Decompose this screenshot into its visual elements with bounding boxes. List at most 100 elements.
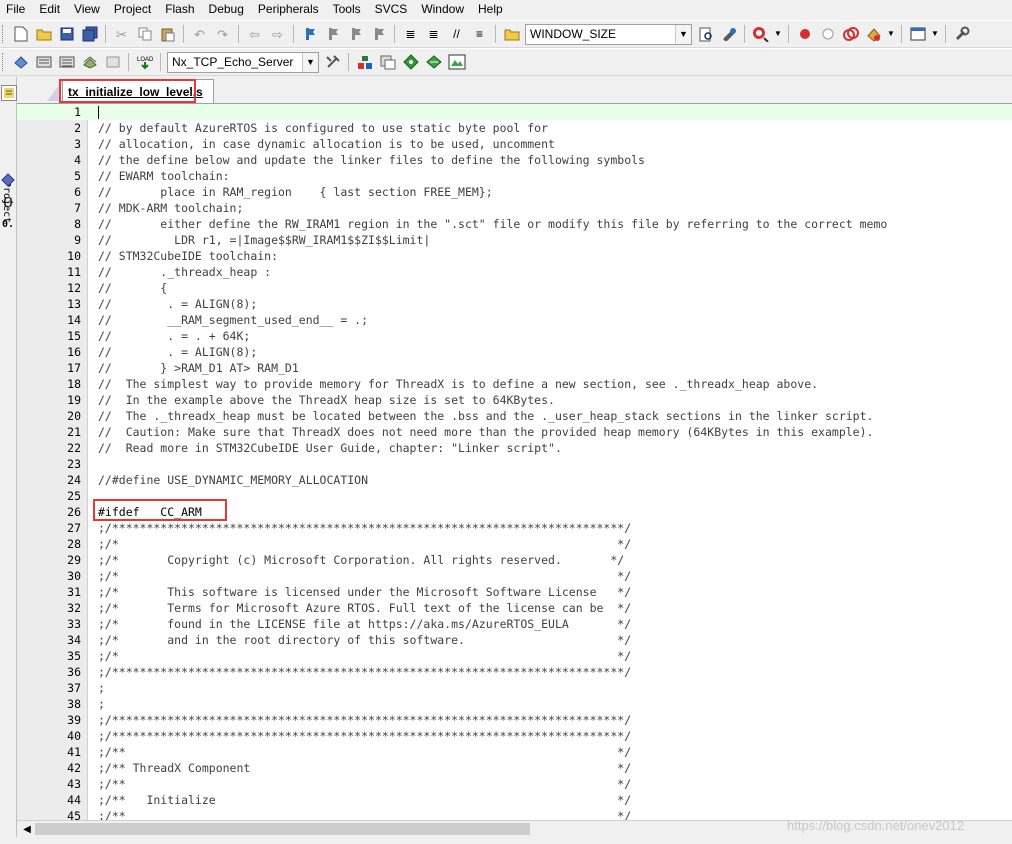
books-icon[interactable] xyxy=(1,173,15,187)
menu-help[interactable]: Help xyxy=(472,0,511,19)
code-line[interactable]: 41 ;/** */ xyxy=(17,744,1012,760)
code-line[interactable]: 24 //#define USE_DYNAMIC_MEMORY_ALLOCATIO… xyxy=(17,472,1012,488)
chevron-down-icon[interactable]: ▼ xyxy=(302,52,318,72)
undo-icon[interactable]: ↶ xyxy=(190,25,209,44)
toolbar-grip[interactable] xyxy=(2,53,6,71)
code-line[interactable]: 2 // by default AzureRTOS is configured t… xyxy=(17,120,1012,136)
chevron-down-icon[interactable]: ▼ xyxy=(675,24,691,44)
settings-wrench-icon[interactable] xyxy=(952,25,971,44)
find-combo[interactable]: WINDOW_SIZE ▼ xyxy=(525,23,692,45)
code-line[interactable]: 32 ;/* Terms for Microsoft Azure RTOS. Fu… xyxy=(17,600,1012,616)
download-icon[interactable]: LOAD xyxy=(135,53,154,72)
code-line[interactable]: 16 // . = ALIGN(8); xyxy=(17,344,1012,360)
comment-icon[interactable]: // xyxy=(447,25,466,44)
save-all-icon[interactable] xyxy=(80,25,99,44)
find-in-files-icon[interactable] xyxy=(502,25,521,44)
code-line[interactable]: 33 ;/* found in the LICENSE file at https… xyxy=(17,616,1012,632)
code-line[interactable]: 44 ;/** Initialize */ xyxy=(17,792,1012,808)
breakpoint-icon[interactable] xyxy=(795,25,814,44)
code-line[interactable]: 39 ;/************************************… xyxy=(17,712,1012,728)
paste-icon[interactable] xyxy=(158,25,177,44)
cut-icon[interactable]: ✂ xyxy=(112,25,131,44)
code-line[interactable]: 19 // In the example above the ThreadX he… xyxy=(17,392,1012,408)
code-line[interactable]: 21 // Caution: Make sure that ThreadX doe… xyxy=(17,424,1012,440)
code-line[interactable]: 43 ;/** */ xyxy=(17,776,1012,792)
code-line[interactable]: 42 ;/** ThreadX Component */ xyxy=(17,760,1012,776)
chevron-down-icon[interactable]: ▼ xyxy=(774,25,782,44)
menu-debug[interactable]: Debug xyxy=(203,0,252,19)
event-recorder-icon[interactable] xyxy=(447,53,466,72)
debug-session-icon[interactable] xyxy=(751,25,770,44)
nav-back-icon[interactable]: ⇦ xyxy=(245,25,264,44)
code-line[interactable]: 7 // MDK-ARM toolchain; xyxy=(17,200,1012,216)
open-folder-icon[interactable] xyxy=(34,25,53,44)
code-line[interactable]: 18 // The simplest way to provide memory … xyxy=(17,376,1012,392)
code-line[interactable]: 30 ;/* */ xyxy=(17,568,1012,584)
window-layout-icon[interactable] xyxy=(908,25,927,44)
code-line[interactable]: 20 // The ._threadx_heap must be located … xyxy=(17,408,1012,424)
code-line[interactable]: 12 // { xyxy=(17,280,1012,296)
code-line[interactable]: 14 // __RAM_segment_used_end__ = .; xyxy=(17,312,1012,328)
menu-edit[interactable]: Edit xyxy=(33,0,68,19)
code-editor[interactable]: 1 2// by default AzureRTOS is configured … xyxy=(17,104,1012,820)
code-line[interactable]: 9 // LDR r1, =|Image$$RW_IRAM1$$ZI$$Limit… xyxy=(17,232,1012,248)
code-line[interactable]: 17 // } >RAM_D1 AT> RAM_D1 xyxy=(17,360,1012,376)
code-line[interactable]: 28 ;/* */ xyxy=(17,536,1012,552)
code-line[interactable]: 23 xyxy=(17,456,1012,472)
code-line[interactable]: 22 // Read more in STM32CubeIDE User Guid… xyxy=(17,440,1012,456)
pack-installer-icon[interactable] xyxy=(401,53,420,72)
save-icon[interactable] xyxy=(57,25,76,44)
menu-view[interactable]: View xyxy=(68,0,108,19)
toolbar-grip[interactable] xyxy=(2,25,6,43)
code-line[interactable]: 10 // STM32CubeIDE toolchain: xyxy=(17,248,1012,264)
code-line[interactable]: 38; xyxy=(17,696,1012,712)
breakpoint-options-icon[interactable] xyxy=(864,25,883,44)
chevron-down-icon[interactable]: ▼ xyxy=(931,25,939,44)
code-line[interactable]: 37; xyxy=(17,680,1012,696)
batch-build-icon[interactable] xyxy=(80,53,99,72)
functions-icon[interactable]: {} xyxy=(1,195,15,209)
redo-icon[interactable]: ↷ xyxy=(213,25,232,44)
menu-tools[interactable]: Tools xyxy=(327,0,369,19)
code-line[interactable]: 13 // . = ALIGN(8); xyxy=(17,296,1012,312)
code-line[interactable]: 35 ;/* */ xyxy=(17,648,1012,664)
code-line[interactable]: 5 // EWARM toolchain: xyxy=(17,168,1012,184)
code-line[interactable]: 1 xyxy=(17,104,1012,120)
code-line[interactable]: 8 // either define the RW_IRAM1 region in… xyxy=(17,216,1012,232)
breakpoint-disabled-icon[interactable] xyxy=(818,25,837,44)
manage-components-icon[interactable] xyxy=(355,53,374,72)
code-line[interactable]: 3 // allocation, in case dynamic allocati… xyxy=(17,136,1012,152)
unindent-icon[interactable]: ≣ xyxy=(424,25,443,44)
templates-icon[interactable]: 0. xyxy=(1,217,15,231)
find-icon[interactable] xyxy=(696,25,715,44)
scroll-left-arrow-icon[interactable]: ◀ xyxy=(21,823,33,836)
nav-forward-icon[interactable]: ⇨ xyxy=(268,25,287,44)
translate-icon[interactable] xyxy=(11,53,30,72)
rebuild-icon[interactable] xyxy=(57,53,76,72)
build-icon[interactable] xyxy=(34,53,53,72)
bookmark-next-icon[interactable] xyxy=(346,25,365,44)
target-options-icon[interactable] xyxy=(323,53,342,72)
menu-window[interactable]: Window xyxy=(415,0,472,19)
stop-build-icon[interactable] xyxy=(103,53,122,72)
bookmark-icon[interactable] xyxy=(300,25,319,44)
code-line[interactable]: 34 ;/* and in the root directory of this … xyxy=(17,632,1012,648)
copy-icon[interactable] xyxy=(135,25,154,44)
code-line[interactable]: 6 // place in RAM_region { last section F… xyxy=(17,184,1012,200)
code-line[interactable]: 27 ;/************************************… xyxy=(17,520,1012,536)
indent-icon[interactable]: ≣ xyxy=(401,25,420,44)
bookmark-clear-icon[interactable] xyxy=(369,25,388,44)
run-time-env-icon[interactable] xyxy=(424,53,443,72)
menu-file[interactable]: File xyxy=(0,0,33,19)
code-line[interactable]: 4 // the define below and update the link… xyxy=(17,152,1012,168)
menu-flash[interactable]: Flash xyxy=(159,0,202,19)
menu-svcs[interactable]: SVCS xyxy=(369,0,416,19)
project-window-icon[interactable] xyxy=(1,85,17,101)
code-line[interactable]: 31 ;/* This software is licensed under th… xyxy=(17,584,1012,600)
chevron-down-icon[interactable]: ▼ xyxy=(887,25,895,44)
code-line[interactable]: 15 // . = . + 64K; xyxy=(17,328,1012,344)
code-line[interactable]: 36 ;/************************************… xyxy=(17,664,1012,680)
new-file-icon[interactable] xyxy=(11,25,30,44)
scrollbar-thumb[interactable] xyxy=(35,823,530,835)
select-packs-icon[interactable] xyxy=(378,53,397,72)
